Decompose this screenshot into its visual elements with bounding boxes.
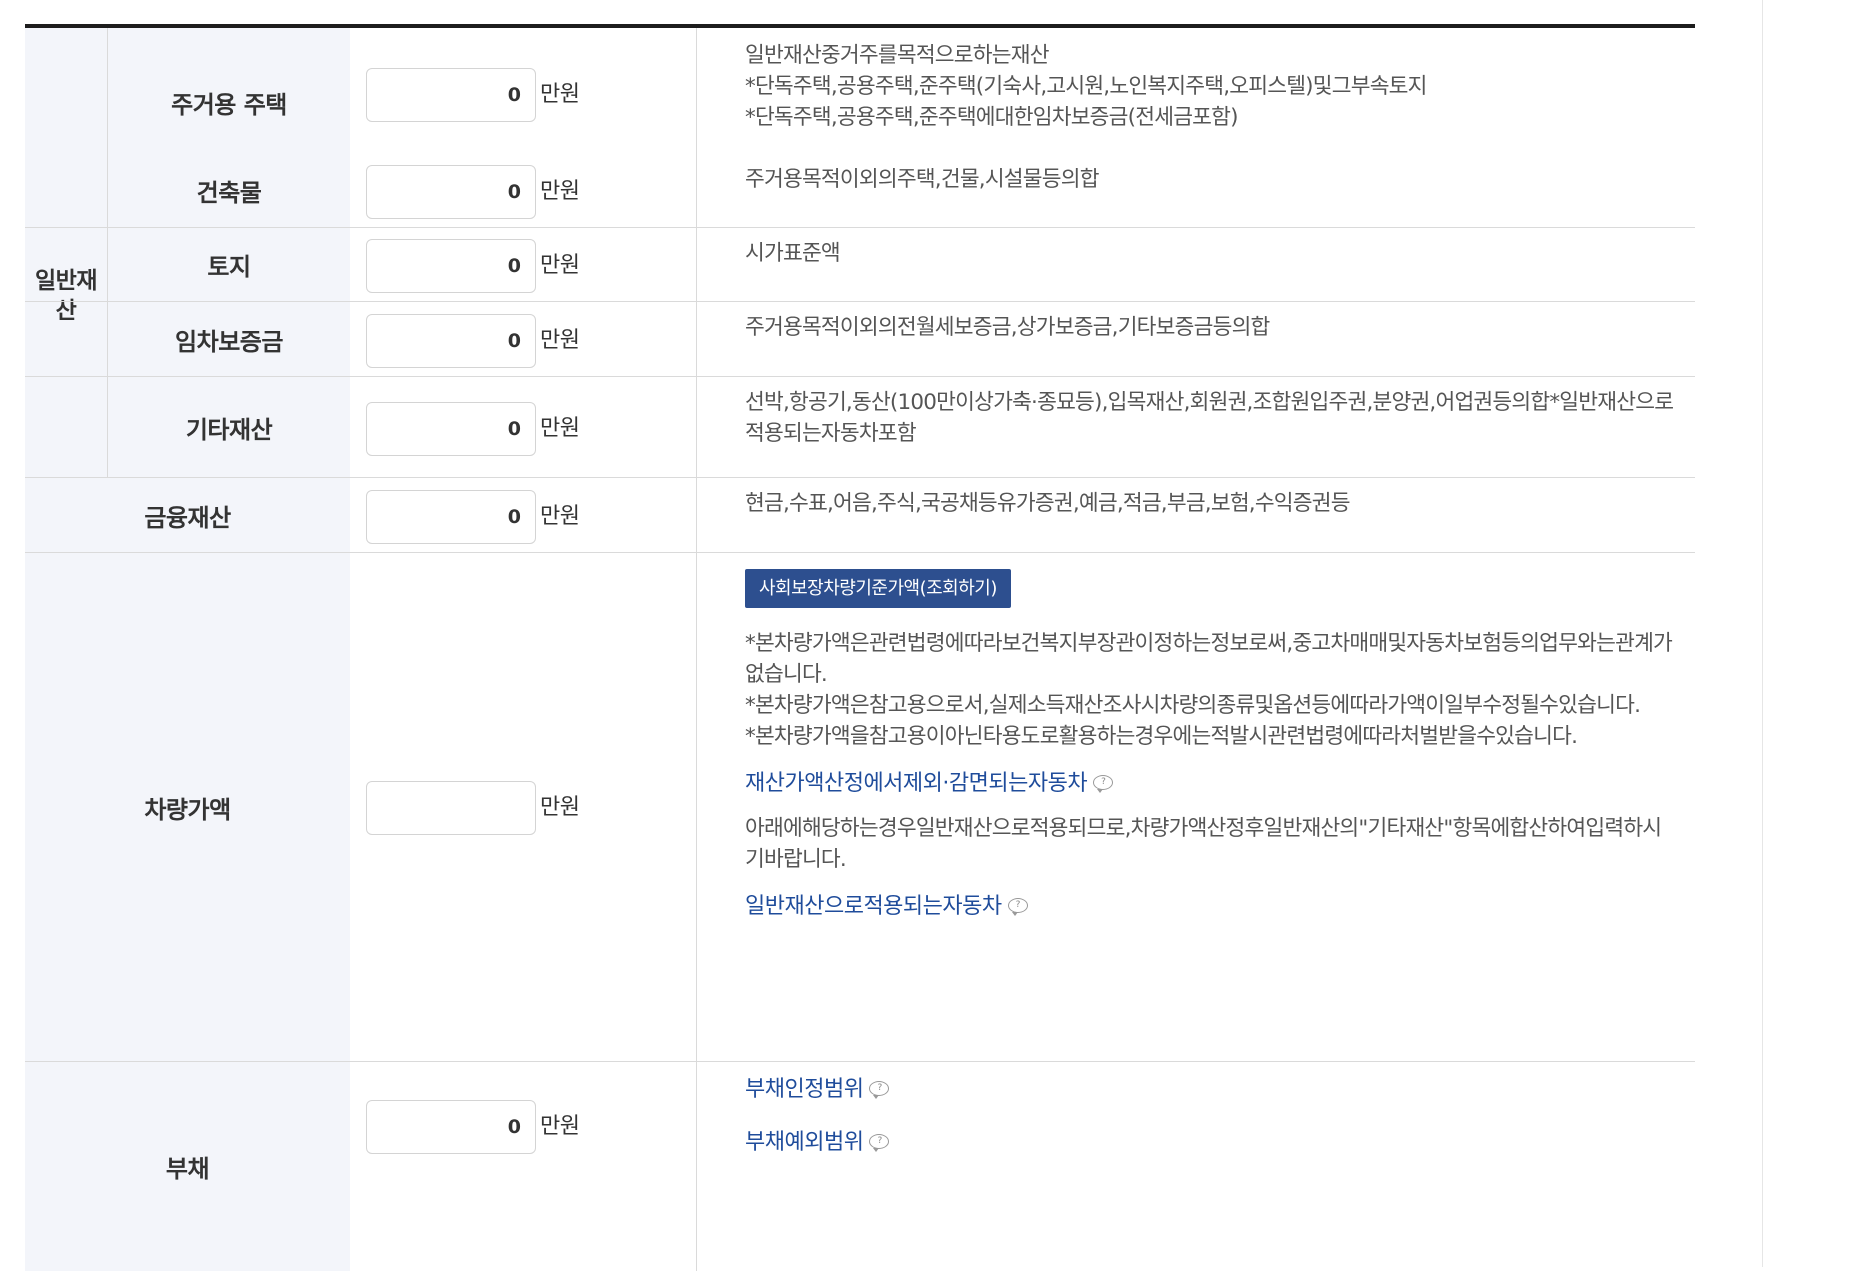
unit-label: 만원 xyxy=(540,795,580,820)
vehicle-value-label: 차량가액 xyxy=(25,553,350,1061)
description-line: 주거용목적이외의전월세보증금,상가보증금,기타보증금등의합 xyxy=(745,315,1270,340)
exempt-vehicle-link-row: 재산가액산정에서제외·감면되는자동차? xyxy=(745,768,1680,799)
other-assets-input[interactable] xyxy=(366,402,536,456)
speech-bubble-icon[interactable]: ? xyxy=(869,1133,890,1152)
description-line: 일반재산중거주를목적으로하는재산 xyxy=(745,43,1049,68)
land-input[interactable] xyxy=(366,239,536,293)
unit-label: 만원 xyxy=(540,1114,580,1139)
residential-house-input[interactable] xyxy=(366,68,536,122)
debt-exclude-link[interactable]: 부채예외범위 xyxy=(745,1127,864,1158)
general-asset-vehicle-link[interactable]: 일반재산으로적용되는자동차 xyxy=(745,891,1002,922)
lease-deposit-input-cell: 만원 xyxy=(350,302,697,376)
unit-label: 만원 xyxy=(540,253,580,278)
financial-assets-label: 금융재산 xyxy=(25,478,350,552)
row-building: 건축물 만원 주거용목적이외의주택,건물,시설물등의합 xyxy=(25,154,1695,228)
vehicle-price-lookup-button[interactable]: 사회보장차량기준가액(조회하기) xyxy=(745,569,1011,608)
row-other-assets: 기타재산 만원 선박,항공기,동산(100만이상가축·종묘등),입목재산,회원권… xyxy=(25,377,1695,478)
land-input-cell: 만원 xyxy=(350,228,697,301)
row-land: 토지 만원 시가표준액 xyxy=(25,228,1695,302)
debt-description: 부채인정범위? 부채예외범위? xyxy=(745,1074,1680,1158)
row-vehicle-value: 차량가액 만원 사회보장차량기준가액(조회하기) *본차량가액은관련법령에따라보… xyxy=(25,553,1695,1062)
building-input-cell: 만원 xyxy=(350,154,697,227)
debt-label: 부채 xyxy=(25,1062,350,1271)
row-financial-assets: 금융재산 만원 현금,수표,어음,주식,국공채등유가증권,예금,적금,부금,보험… xyxy=(25,478,1695,553)
description-line: *단독주택,공용주택,준주택에대한임차보증금(전세금포함) xyxy=(745,105,1239,130)
vehicle-value-description: 사회보장차량기준가액(조회하기) *본차량가액은관련법령에따라보건복지부장관이정… xyxy=(745,569,1680,922)
description-line: 현금,수표,어음,주식,국공채등유가증권,예금,적금,부금,보험,수익증권등 xyxy=(745,491,1351,516)
debt-input[interactable] xyxy=(366,1100,536,1154)
residential-house-description: 일반재산중거주를목적으로하는재산 *단독주택,공용주택,준주택(기숙사,고시원,… xyxy=(745,40,1680,133)
right-panel-divider xyxy=(1762,0,1763,1267)
lease-deposit-label: 임차보증금 xyxy=(108,302,350,376)
other-assets-label: 기타재산 xyxy=(108,377,350,477)
other-assets-description: 선박,항공기,동산(100만이상가축·종묘등),입목재산,회원권,조합원입주권,… xyxy=(745,387,1680,449)
other-assets-input-cell: 만원 xyxy=(350,377,697,477)
unit-label: 만원 xyxy=(540,179,580,204)
debt-scope-link-row: 부채인정범위? xyxy=(745,1074,1680,1105)
description-line: 선박,항공기,동산(100만이상가축·종묘등),입목재산,회원권,조합원입주권,… xyxy=(745,390,1674,446)
building-label: 건축물 xyxy=(108,154,350,227)
unit-label: 만원 xyxy=(540,504,580,529)
debt-scope-link[interactable]: 부채인정범위 xyxy=(745,1074,864,1105)
financial-assets-input-cell: 만원 xyxy=(350,478,697,552)
description-line: 주거용목적이외의주택,건물,시설물등의합 xyxy=(745,167,1100,192)
speech-bubble-icon[interactable]: ? xyxy=(1007,897,1028,916)
financial-assets-input[interactable] xyxy=(366,490,536,544)
speech-bubble-icon[interactable]: ? xyxy=(869,1080,890,1099)
vehicle-value-input[interactable] xyxy=(366,781,536,835)
unit-label: 만원 xyxy=(540,416,580,441)
description-line: *단독주택,공용주택,준주택(기숙사,고시원,노인복지주택,오피스텔)및그부속토… xyxy=(745,74,1427,99)
lease-deposit-description: 주거용목적이외의전월세보증금,상가보증금,기타보증금등의합 xyxy=(745,312,1680,343)
row-lease-deposit: 임차보증금 만원 주거용목적이외의전월세보증금,상가보증금,기타보증금등의합 xyxy=(25,302,1695,377)
asset-input-table: 일반재산 주거용 주택 만원 일반재산중거주를목적으로하는재산 *단독주택,공용… xyxy=(25,24,1695,1271)
debt-input-cell: 만원 xyxy=(350,1062,697,1271)
financial-assets-description: 현금,수표,어음,주식,국공채등유가증권,예금,적금,부금,보험,수익증권등 xyxy=(745,488,1680,519)
building-description: 주거용목적이외의주택,건물,시설물등의합 xyxy=(745,164,1680,195)
unit-label: 만원 xyxy=(540,328,580,353)
vehicle-value-input-cell: 만원 xyxy=(350,553,697,1061)
row-debt: 부채 만원 부채인정범위? 부채예외범위? xyxy=(25,1062,1695,1271)
vehicle-note: *본차량가액은참고용으로서,실제소득재산조사시차량의종류및옵션등에따라가액이일부… xyxy=(745,693,1641,718)
description-line: 시가표준액 xyxy=(745,241,841,266)
speech-bubble-icon[interactable]: ? xyxy=(1093,774,1114,793)
building-input[interactable] xyxy=(366,165,536,219)
general-asset-vehicle-note: 아래에해당하는경우일반재산으로적용되므로,차량가액산정후일반재산의"기타재산"항… xyxy=(745,816,1662,872)
land-label: 토지 xyxy=(108,228,350,301)
land-description: 시가표준액 xyxy=(745,238,1680,269)
unit-label: 만원 xyxy=(540,82,580,107)
vehicle-note: *본차량가액은관련법령에따라보건복지부장관이정하는정보로써,중고차매매및자동차보… xyxy=(745,631,1673,687)
lease-deposit-input[interactable] xyxy=(366,314,536,368)
general-asset-vehicle-link-row: 일반재산으로적용되는자동차? xyxy=(745,891,1680,922)
exempt-vehicle-link[interactable]: 재산가액산정에서제외·감면되는자동차 xyxy=(745,768,1088,799)
debt-exclude-link-row: 부채예외범위? xyxy=(745,1127,1680,1158)
vehicle-note: *본차량가액을참고용이아닌타용도로활용하는경우에는적발시관련법령에따라처벌받을수… xyxy=(745,724,1578,749)
